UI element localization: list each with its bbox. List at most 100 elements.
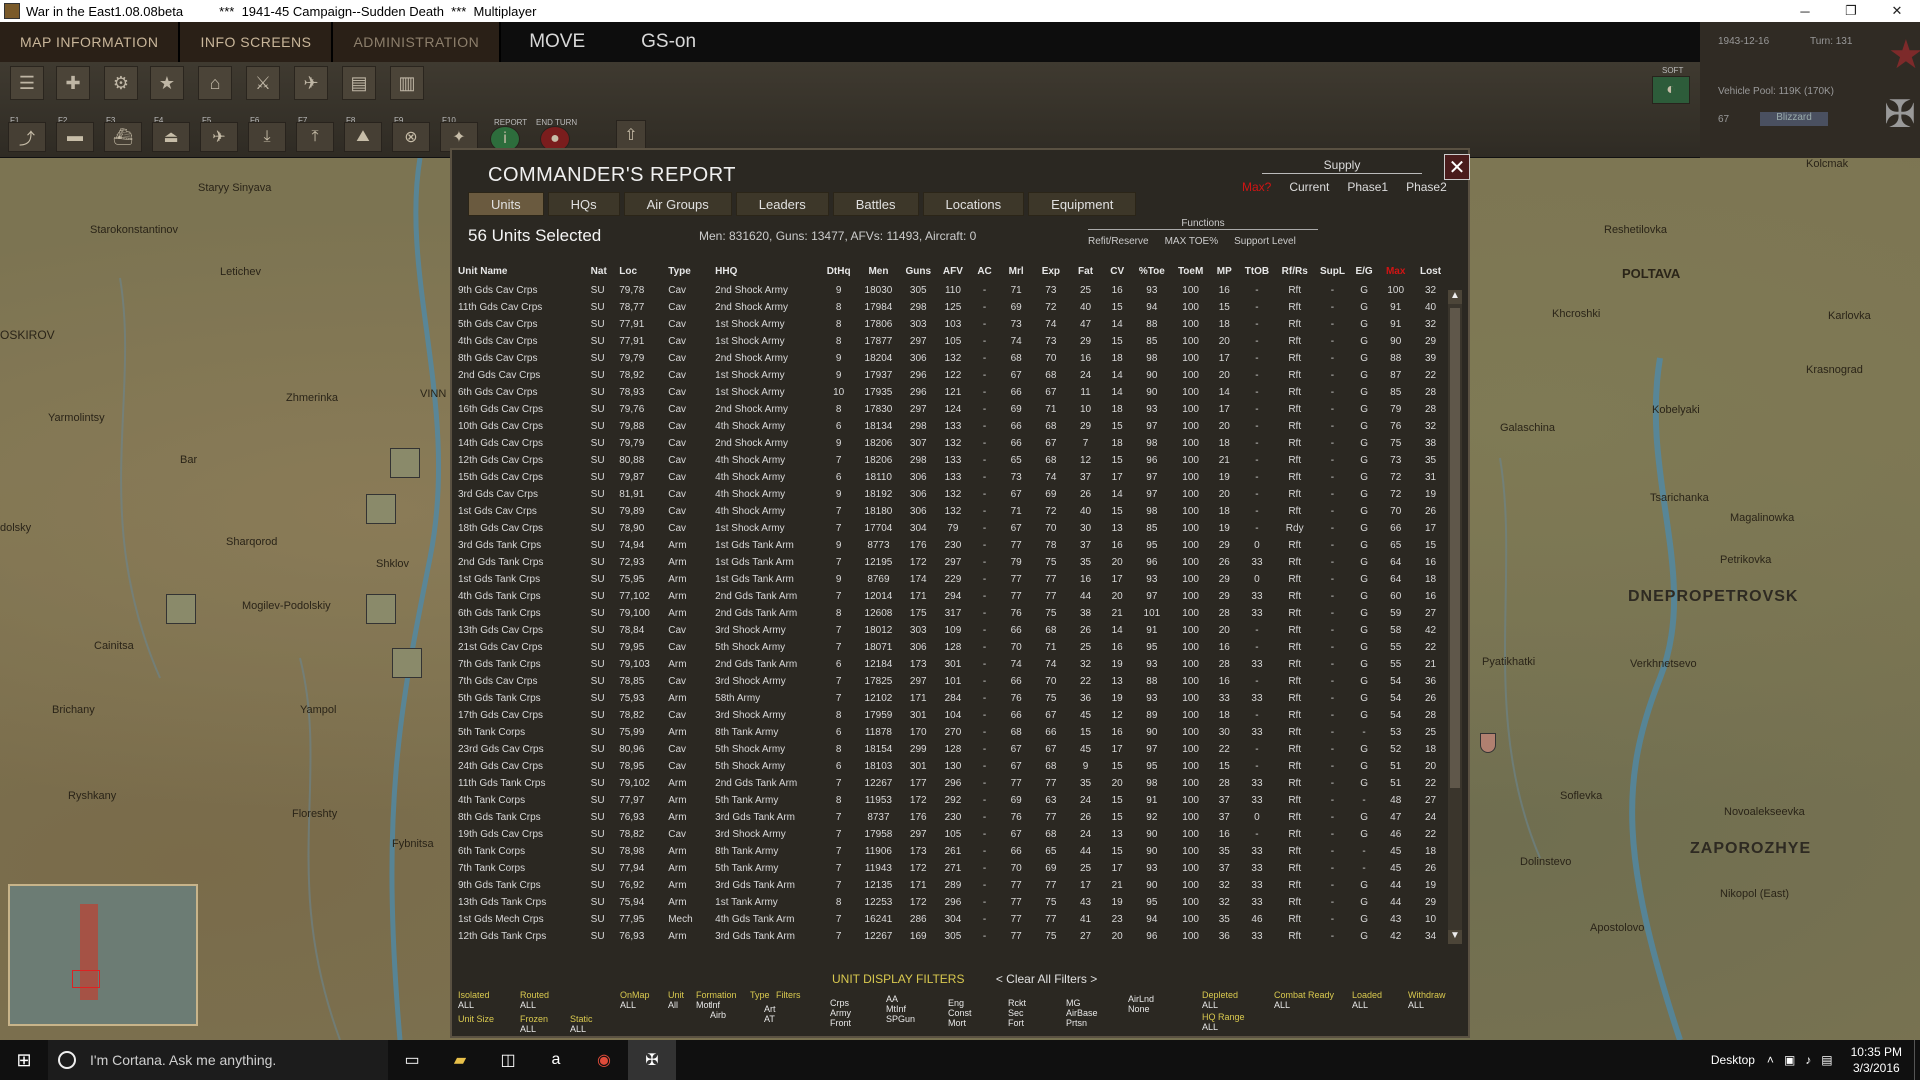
table-row[interactable]: 3rd Gds Cav Crps SU 81,91 Cav 4th Shock Army… [458,486,1448,503]
filter-onmap[interactable]: OnMap ALL [620,990,650,1010]
file-explorer-icon[interactable]: ▰ [436,1040,484,1080]
unit-counter[interactable] [366,594,396,624]
minimize-button[interactable]: ─ [1782,0,1828,22]
support-level-button[interactable]: Support Level [1234,236,1296,247]
table-row[interactable]: 19th Gds Cav Crps SU 78,82 Cav 3rd Shock Arm… [458,826,1448,843]
column-header[interactable]: Guns [901,260,936,282]
column-header[interactable]: Men [856,260,901,282]
table-row[interactable]: 12th Gds Cav Crps SU 80,88 Cav 4th Shock Arm… [458,452,1448,469]
keyboard-icon[interactable]: ▤ [1821,1053,1832,1067]
unit-icon[interactable]: ✚ [56,66,90,100]
table-row[interactable]: 17th Gds Cav Crps SU 78,82 Cav 3rd Shock Arm… [458,707,1448,724]
table-row[interactable]: 7th Gds Cav Crps SU 78,85 Cav 3rd Shock Army… [458,673,1448,690]
max-toe-button[interactable]: MAX TOE% [1165,236,1219,247]
shield-icon[interactable] [1480,733,1496,753]
supply-option-phase2[interactable]: Phase2 [1406,180,1447,194]
filter-type-col6[interactable]: Rckt Sec Fort [1008,998,1026,1028]
filter-type-col8[interactable]: AirLnd None [1128,994,1154,1014]
table-row[interactable]: 24th Gds Cav Crps SU 78,95 Cav 5th Shock Arm… [458,758,1448,775]
layers-icon[interactable]: ☰ [10,66,44,100]
mode-move-label[interactable]: MOVE [501,31,613,53]
tab-equipment[interactable]: Equipment [1028,192,1137,216]
up-arrow-icon[interactable]: ⇧ [616,120,646,150]
column-header[interactable]: Fat [1068,260,1103,282]
tab-air-groups[interactable]: Air Groups [623,192,732,216]
column-header[interactable]: Nat [591,260,620,282]
table-row[interactable]: 5th Tank Corps SU 75,99 Arm 8th Tank Army 6 11… [458,724,1448,741]
table-row[interactable]: 14th Gds Cav Crps SU 79,79 Cav 2nd Shock Arm… [458,435,1448,452]
filter-routed[interactable]: Routed ALL [520,990,549,1010]
table-row[interactable]: 1st Gds Cav Crps SU 79,89 Cav 4th Shock Army… [458,503,1448,520]
minimap-viewport[interactable] [72,970,100,988]
plane-down-icon[interactable]: ⤓ [248,122,286,152]
filter-withdraw[interactable]: Withdraw ALL [1408,990,1446,1010]
filter-loaded[interactable]: Loaded ALL [1352,990,1382,1010]
filter-type[interactable]: Type [750,990,770,1000]
filter-isolated[interactable]: Isolated ALL [458,990,490,1010]
tab-hqs[interactable]: HQs [547,192,620,216]
table-row[interactable]: 8th Gds Tank Crps SU 76,93 Arm 3rd Gds Tank … [458,809,1448,826]
column-header[interactable]: Type [668,260,715,282]
column-header[interactable]: Rf/Rs [1274,260,1315,282]
windows-start-icon[interactable]: ⊞ [0,1040,48,1080]
cortana-search[interactable]: I'm Cortana. Ask me anything. [48,1040,388,1080]
filter-type-col5[interactable]: Eng Const Mort [948,998,972,1028]
filter-type-col3[interactable]: Crps Army Front [830,998,851,1028]
table-row[interactable]: 6th Gds Tank Crps SU 79,100 Arm 2nd Gds Tank… [458,605,1448,622]
table-row[interactable]: 4th Gds Tank Crps SU 77,102 Arm 2nd Gds Tank… [458,588,1448,605]
clear-filters-button[interactable]: < Clear All Filters > [996,972,1097,986]
filter-unit[interactable]: Unit All [668,990,684,1010]
scroll-up-icon[interactable]: ▲ [1448,290,1462,304]
volume-icon[interactable]: ♪ [1805,1053,1811,1067]
table-row[interactable]: 11th Gds Cav Crps SU 78,77 Cav 2nd Shock Arm… [458,299,1448,316]
report-icon[interactable]: ▥ [390,66,424,100]
table-row[interactable]: 7th Gds Tank Crps SU 79,103 Arm 2nd Gds Tank… [458,656,1448,673]
supply-option-current[interactable]: Current [1289,180,1329,194]
clock[interactable]: 10:35 PM 3/3/2016 [1839,1044,1914,1076]
table-row[interactable]: 10th Gds Cav Crps SU 79,88 Cav 4th Shock Arm… [458,418,1448,435]
menu-map-information[interactable]: MAP INFORMATION [0,22,181,62]
menu-administration[interactable]: ADMINISTRATION [333,22,502,62]
tab-units[interactable]: Units [468,192,544,216]
filter-unit-size[interactable]: Unit Size [458,1014,494,1024]
column-header[interactable]: Mrl [999,260,1034,282]
close-window-button[interactable]: ✕ [1874,0,1920,22]
table-row[interactable]: 1st Gds Tank Crps SU 75,95 Arm 1st Gds Tank … [458,571,1448,588]
column-header[interactable]: Exp [1034,260,1069,282]
desktop-toolbar[interactable]: Desktop [1711,1053,1755,1067]
column-header[interactable]: Unit Name [458,260,591,282]
table-row[interactable]: 1st Gds Mech Crps SU 77,95 Mech 4th Gds Tank… [458,911,1448,928]
factory-icon[interactable]: ⌂ [198,66,232,100]
column-header[interactable]: SupL [1315,260,1350,282]
boat-icon[interactable]: ⏏ [152,122,190,152]
table-row[interactable]: 4th Tank Corps SU 77,97 Arm 5th Tank Army 8 11… [458,792,1448,809]
plane-target-icon[interactable]: ⊗ [392,122,430,152]
table-row[interactable]: 23rd Gds Cav Crps SU 80,96 Cav 5th Shock Arm… [458,741,1448,758]
column-header[interactable]: %Toe [1131,260,1172,282]
filter-depleted[interactable]: Depleted ALL [1202,990,1238,1010]
column-header[interactable]: Loc [619,260,668,282]
table-row[interactable]: 18th Gds Cav Crps SU 78,90 Cav 1st Shock Arm… [458,520,1448,537]
aircraft-icon[interactable]: ✈ [294,66,328,100]
table-row[interactable]: 6th Gds Cav Crps SU 78,93 Cav 1st Shock Army… [458,384,1448,401]
column-header[interactable]: Lost [1413,260,1448,282]
table-row[interactable]: 9th Gds Tank Crps SU 76,92 Arm 3rd Gds Tank … [458,877,1448,894]
table-row[interactable]: 2nd Gds Tank Crps SU 72,93 Arm 1st Gds Tank … [458,554,1448,571]
table-row[interactable]: 12th Gds Tank Crps SU 76,93 Arm 3rd Gds Tank… [458,928,1448,945]
table-row[interactable]: 5th Gds Cav Crps SU 77,91 Cav 1st Shock Army… [458,316,1448,333]
tab-locations[interactable]: Locations [922,192,1025,216]
filter-type-col7[interactable]: MG AirBase Prtsn [1066,998,1098,1028]
table-row[interactable]: 3rd Gds Tank Crps SU 74,94 Arm 1st Gds Tank … [458,537,1448,554]
chrome-icon[interactable]: ◉ [580,1040,628,1080]
close-report-button[interactable]: ✕ [1444,154,1470,180]
filter-static[interactable]: Static ALL [570,1014,593,1034]
scroll-down-icon[interactable]: ▼ [1448,930,1462,944]
table-row[interactable]: 11th Gds Tank Crps SU 79,102 Arm 2nd Gds Tan… [458,775,1448,792]
menu-info-screens[interactable]: INFO SCREENS [180,22,334,62]
filter-hq-range[interactable]: HQ Range ALL [1202,1012,1245,1032]
unit-counter[interactable] [392,648,422,678]
table-row[interactable]: 7th Tank Corps SU 77,94 Arm 5th Tank Army 7 11… [458,860,1448,877]
airfield-icon[interactable]: ⛰ [344,122,382,152]
table-row[interactable]: 13th Gds Tank Crps SU 75,94 Arm 1st Tank Arm… [458,894,1448,911]
store-icon[interactable]: ◫ [484,1040,532,1080]
